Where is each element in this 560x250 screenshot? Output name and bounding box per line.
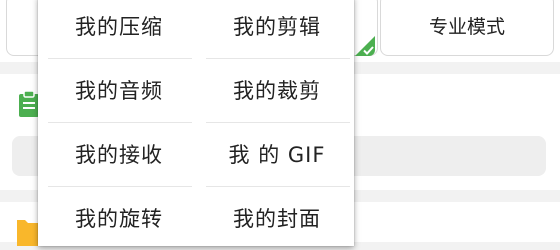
menu-item-audio[interactable]: 我的音频 [46, 60, 192, 120]
divider [48, 122, 192, 123]
folder-dropdown-menu: 我的压缩 我的剪辑 我的音频 我的裁剪 我的接收 我 的 GIF 我的旋转 我的… [38, 0, 354, 246]
divider [206, 58, 350, 59]
divider [48, 58, 192, 59]
menu-item-cover[interactable]: 我的封面 [204, 188, 350, 248]
menu-item-gif[interactable]: 我 的 GIF [204, 124, 350, 184]
pro-mode-button[interactable]: 专业模式 [380, 0, 554, 56]
divider [48, 186, 192, 187]
divider [206, 122, 350, 123]
menu-item-crop[interactable]: 我的裁剪 [204, 60, 350, 120]
menu-item-rotate[interactable]: 我的旋转 [46, 188, 192, 248]
clipboard-icon [18, 90, 40, 122]
menu-item-received[interactable]: 我的接收 [46, 124, 192, 184]
menu-item-compress[interactable]: 我的压缩 [46, 0, 192, 56]
menu-item-edit[interactable]: 我的剪辑 [204, 0, 350, 56]
folder-icon [16, 216, 40, 250]
divider [206, 186, 350, 187]
